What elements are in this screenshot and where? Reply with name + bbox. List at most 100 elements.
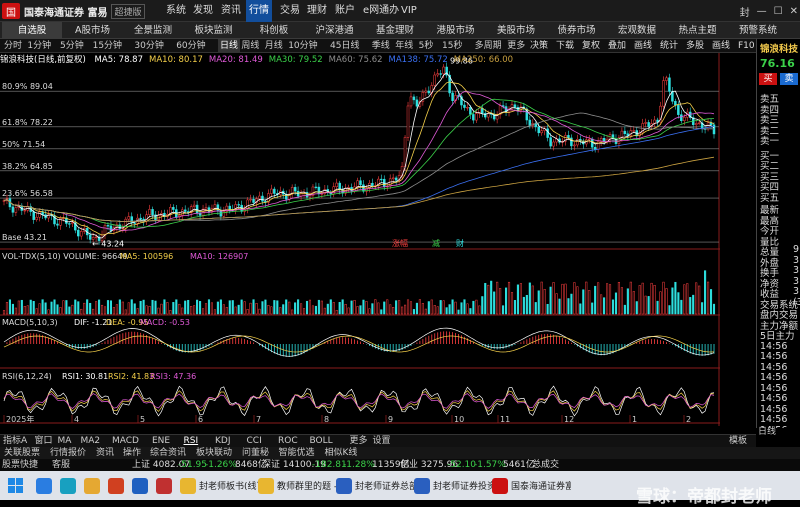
period-3[interactable]: 15分钟 bbox=[93, 39, 122, 53]
volume-bar bbox=[178, 303, 181, 315]
volume-bar bbox=[181, 307, 184, 315]
period-9[interactable]: 10分钟 bbox=[288, 39, 317, 53]
volume-bar bbox=[8, 299, 11, 315]
period-toolbar: 分时 1分钟 5分钟 15分钟 30分钟 60分钟 日线 周线 月线 10分钟 45日线 季线 年线 5秒… bbox=[0, 39, 783, 65]
volume-bar bbox=[294, 302, 297, 315]
candle-body bbox=[406, 105, 410, 138]
func-item-4[interactable]: 综合资讯 bbox=[150, 447, 186, 459]
maximize-icon[interactable]: ☐ bbox=[774, 6, 783, 17]
nav-tab-8[interactable]: 美股市场 bbox=[486, 22, 546, 39]
volume-bar bbox=[29, 299, 32, 315]
top-menu-6[interactable]: 账户 bbox=[332, 0, 358, 22]
func-item-8[interactable]: 相似K线 bbox=[325, 447, 358, 459]
period-4[interactable]: 30分钟 bbox=[134, 39, 163, 53]
period-0[interactable]: 分时 bbox=[4, 39, 22, 53]
taskbar-item-8[interactable]: 封老师证券总部2026年0 bbox=[336, 475, 415, 496]
period-11[interactable]: 季线 bbox=[372, 39, 390, 53]
nav-tab-12[interactable]: 预警系统 bbox=[728, 22, 788, 39]
candle-body bbox=[442, 66, 445, 75]
volume-bar bbox=[59, 307, 62, 315]
func-item-5[interactable]: 板块联动 bbox=[196, 447, 232, 459]
func-item-7[interactable]: 智能优选 bbox=[279, 447, 315, 459]
taskbar-item-10[interactable]: 国泰海通证券富易V4.23 bbox=[492, 475, 571, 496]
func-item-3[interactable]: 操作 bbox=[123, 447, 141, 459]
volume-bar bbox=[47, 309, 50, 315]
volume-bar bbox=[273, 300, 276, 315]
top-menu-7[interactable]: e网通办 bbox=[360, 0, 402, 22]
top-menu-0[interactable]: 系统 bbox=[163, 0, 189, 22]
chart-tool-6[interactable]: 多股 bbox=[686, 39, 704, 53]
nav-tab-6[interactable]: 基金理财 bbox=[365, 22, 425, 39]
taskbar-item-2[interactable] bbox=[84, 475, 100, 496]
taskbar-item-7[interactable]: 教师群里的题 - 文件资源 bbox=[258, 475, 337, 496]
nav-tab-11[interactable]: 热点主题 bbox=[668, 22, 728, 39]
volume-bar bbox=[555, 293, 558, 315]
nav-tab-10[interactable]: 宏观数据 bbox=[607, 22, 667, 39]
chart-tool-4[interactable]: 画线 bbox=[634, 39, 652, 53]
chart-tool-2[interactable]: 复权 bbox=[582, 39, 600, 53]
nav-tab-1[interactable]: A股市场 bbox=[63, 22, 123, 39]
period-13[interactable]: 5秒 bbox=[419, 39, 434, 53]
index-item-8: -1.28% bbox=[343, 460, 375, 470]
index-item-1[interactable]: 客服 bbox=[52, 459, 70, 471]
period-15[interactable]: 多周期 bbox=[475, 39, 502, 53]
close-icon[interactable]: ✕ bbox=[790, 6, 798, 17]
minimize-icon[interactable]: — bbox=[757, 6, 767, 17]
nav-tab-2[interactable]: 全景监测 bbox=[123, 22, 183, 39]
func-item-2[interactable]: 资讯 bbox=[96, 447, 114, 459]
period-2[interactable]: 5分钟 bbox=[60, 39, 84, 53]
volume-bar bbox=[347, 307, 350, 315]
buy-button[interactable]: 买 bbox=[759, 73, 777, 85]
period-16[interactable]: 更多 bbox=[507, 39, 525, 53]
candle-body bbox=[528, 119, 532, 126]
volume-bar bbox=[629, 281, 632, 315]
period-7[interactable]: 周线 bbox=[241, 39, 259, 53]
candle-body bbox=[237, 204, 240, 206]
period-1[interactable]: 1分钟 bbox=[27, 39, 51, 53]
kline-chart-area[interactable]: 95.0090.0085.0080.0075.0070.0065.0060.00… bbox=[0, 53, 720, 426]
taskbar-item-6[interactable]: 封老师板书(线下) - 文件 bbox=[180, 475, 259, 496]
volume-bar bbox=[496, 281, 499, 315]
func-item-0[interactable]: 关联股票 bbox=[4, 447, 40, 459]
top-menu-4[interactable]: 交易 bbox=[277, 0, 303, 22]
period-6[interactable]: 日线 bbox=[218, 39, 241, 53]
nav-tab-7[interactable]: 港股市场 bbox=[426, 22, 486, 39]
period-10[interactable]: 45日线 bbox=[330, 39, 359, 53]
index-item-0[interactable]: 股票快捷 bbox=[2, 459, 38, 471]
chart-tool-0[interactable]: 决策 bbox=[530, 39, 548, 53]
taskbar-item-5[interactable] bbox=[156, 475, 172, 496]
chart-tool-5[interactable]: 统计 bbox=[660, 39, 678, 53]
nav-tab-4[interactable]: 科创板 bbox=[244, 22, 304, 39]
taskbar-item-9[interactable]: 封老师证券投资2026年0 bbox=[414, 475, 493, 496]
top-menu-2[interactable]: 资讯 bbox=[218, 0, 244, 22]
taskbar-item-1[interactable] bbox=[60, 475, 76, 496]
candle-body bbox=[680, 114, 683, 122]
template-button[interactable]: 模板 bbox=[720, 434, 756, 447]
chart-tool-8[interactable]: F10 bbox=[738, 39, 755, 53]
taskbar-item-4[interactable] bbox=[132, 475, 148, 496]
period-12[interactable]: 年线 bbox=[395, 39, 413, 53]
sell-button[interactable]: 卖 bbox=[780, 73, 798, 85]
start-button[interactable] bbox=[8, 475, 23, 496]
top-menu-1[interactable]: 发现 bbox=[190, 0, 216, 22]
top-menu-5[interactable]: 理财 bbox=[304, 0, 330, 22]
chart-tool-1[interactable]: 下载 bbox=[556, 39, 574, 53]
func-item-1[interactable]: 行情报价 bbox=[50, 447, 86, 459]
user-avatar[interactable]: 封 bbox=[740, 4, 750, 19]
period-5[interactable]: 60分钟 bbox=[176, 39, 205, 53]
candle-body bbox=[647, 122, 650, 127]
nav-tab-0[interactable]: 自选股 bbox=[2, 22, 62, 39]
top-menu-3[interactable]: 行情 bbox=[246, 0, 272, 22]
nav-tab-3[interactable]: 板块监测 bbox=[184, 22, 244, 39]
tick-time-6: 14:56 bbox=[760, 403, 788, 415]
chart-tool-7[interactable]: 画线 bbox=[712, 39, 730, 53]
period-14[interactable]: 15秒 bbox=[442, 39, 462, 53]
func-item-6[interactable]: 问董秘 bbox=[242, 447, 269, 459]
nav-tab-9[interactable]: 债券市场 bbox=[547, 22, 607, 39]
chart-tool-3[interactable]: 叠加 bbox=[608, 39, 626, 53]
taskbar-item-0[interactable] bbox=[36, 475, 52, 496]
nav-tab-5[interactable]: 沪深港通 bbox=[305, 22, 365, 39]
period-8[interactable]: 月线 bbox=[265, 39, 283, 53]
taskbar-item-3[interactable] bbox=[108, 475, 124, 496]
top-menu-8[interactable]: VIP bbox=[398, 0, 420, 22]
